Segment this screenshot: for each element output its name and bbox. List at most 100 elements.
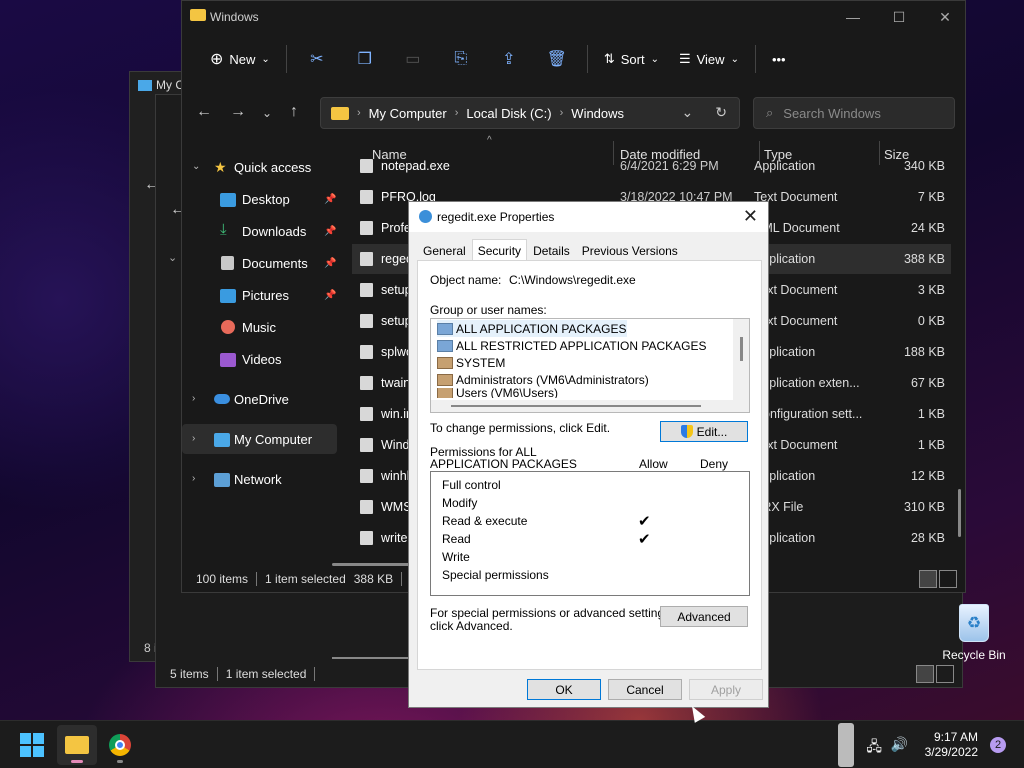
view-toggle[interactable]: [916, 665, 954, 683]
nav-my-computer[interactable]: › My Computer: [182, 424, 337, 454]
view-button[interactable]: ☰ View ⌄: [669, 43, 749, 75]
window-title: My C: [138, 78, 184, 92]
file-type: Application: [754, 159, 816, 173]
user-list-item[interactable]: Administrators (VM6\Administrators): [437, 371, 649, 388]
close-button[interactable]: ✕: [922, 1, 968, 33]
refresh-icon[interactable]: ↻: [715, 104, 727, 121]
tab-security[interactable]: Security: [471, 239, 528, 261]
user-list-item[interactable]: ALL RESTRICTED APPLICATION PACKAGES: [437, 337, 707, 354]
user-list-item[interactable]: SYSTEM: [437, 354, 505, 371]
sort-button[interactable]: ⇅ Sort ⌄: [594, 43, 669, 75]
search-icon: ⌕: [766, 105, 774, 120]
pin-icon[interactable]: 📌: [324, 226, 336, 237]
up-arrow-icon[interactable]: ↑: [290, 103, 298, 121]
dialog-title-bar[interactable]: regedit.exe Properties ✕: [409, 202, 768, 232]
vertical-scrollbar[interactable]: [958, 489, 961, 537]
more-options-button[interactable]: •••: [762, 43, 796, 75]
search-input[interactable]: ⌕ Search Windows: [753, 97, 955, 129]
nav-desktop[interactable]: Desktop 📌: [182, 184, 337, 214]
list-vertical-scrollbar[interactable]: [733, 319, 749, 401]
window-title: Windows: [210, 10, 259, 24]
paste-icon[interactable]: ▭: [389, 43, 437, 75]
copy-icon[interactable]: ❐: [341, 43, 389, 75]
properties-dialog[interactable]: regedit.exe Properties ✕ General Securit…: [408, 201, 769, 708]
computer-icon: [138, 79, 152, 91]
notification-badge[interactable]: 2: [990, 737, 1006, 753]
user-name: ALL RESTRICTED APPLICATION PACKAGES: [456, 338, 707, 353]
details-view-icon[interactable]: [919, 570, 937, 588]
cloud-icon: [214, 394, 230, 404]
nav-documents[interactable]: Documents 📌: [182, 248, 337, 278]
rename-icon[interactable]: ⎘: [437, 43, 485, 75]
cancel-button[interactable]: Cancel: [608, 679, 682, 700]
forward-arrow-icon[interactable]: →: [230, 103, 246, 121]
list-horizontal-scrollbar[interactable]: [431, 400, 749, 412]
nav-quick-access[interactable]: ⌄ ★ Quick access: [182, 152, 337, 182]
file-size: 0 KB: [917, 314, 945, 328]
file-icon: [360, 221, 373, 235]
tiles-view-icon[interactable]: [939, 570, 957, 588]
volume-icon[interactable]: 🔊: [891, 736, 908, 753]
close-icon[interactable]: ✕: [743, 206, 758, 227]
minimize-button[interactable]: —: [830, 1, 876, 33]
breadcrumb-local-disk[interactable]: Local Disk (C:): [466, 106, 551, 121]
breadcrumb-my-computer[interactable]: My Computer: [369, 106, 447, 121]
address-bar[interactable]: › My Computer › Local Disk (C:) › Window…: [320, 97, 740, 129]
pin-icon[interactable]: 📌: [324, 290, 336, 301]
maximize-button[interactable]: ☐: [876, 1, 922, 33]
breadcrumb-windows[interactable]: Windows: [571, 106, 624, 121]
advanced-button[interactable]: Advanced: [660, 606, 748, 627]
permission-name: Modify: [442, 496, 478, 510]
edit-button[interactable]: Edit...: [660, 421, 748, 442]
cut-icon[interactable]: ✂: [293, 43, 341, 75]
clock[interactable]: 9:17 AM 3/29/2022: [925, 730, 978, 760]
title-bar[interactable]: Windows — ☐ ✕: [182, 1, 965, 33]
chevron-down-icon[interactable]: ⌄: [192, 161, 200, 172]
user-list[interactable]: ALL APPLICATION PACKAGES ALL RESTRICTED …: [430, 318, 750, 413]
file-icon: [360, 314, 373, 328]
nav-music[interactable]: Music: [182, 312, 337, 342]
nav-pictures[interactable]: Pictures 📌: [182, 280, 337, 310]
nav-onedrive[interactable]: › OneDrive: [182, 384, 337, 414]
navigation-pane: ⌄ ★ Quick access Desktop 📌 ⤓ Downloads 📌…: [182, 147, 342, 567]
apply-button[interactable]: Apply: [689, 679, 763, 700]
details-view-icon[interactable]: [916, 665, 934, 683]
pin-icon[interactable]: 📌: [324, 194, 336, 205]
network-status-icon[interactable]: 🖧: [866, 736, 882, 760]
chevron-down-icon[interactable]: ⌄: [168, 251, 177, 264]
view-toggle[interactable]: [919, 570, 957, 588]
show-hidden-icons-button[interactable]: [838, 723, 854, 767]
pin-icon[interactable]: 📌: [324, 258, 336, 269]
file-size: 24 KB: [910, 221, 945, 235]
back-arrow-icon[interactable]: ←: [196, 103, 212, 121]
new-button[interactable]: ⊕ New ⌄: [200, 43, 280, 75]
clock-time: 9:17 AM: [933, 730, 978, 744]
user-list-item[interactable]: Users (VM6\Users): [437, 388, 558, 398]
nav-downloads[interactable]: ⤓ Downloads 📌: [182, 216, 337, 246]
nav-label: Videos: [242, 352, 282, 367]
start-button[interactable]: [12, 725, 52, 765]
recycle-bin-label: Recycle Bin: [942, 648, 1006, 662]
tab-details[interactable]: Details: [527, 239, 576, 261]
file-explorer-taskbar-button[interactable]: [57, 725, 97, 765]
nav-network[interactable]: › Network: [182, 464, 337, 494]
nav-label: Downloads: [242, 224, 307, 239]
chevron-right-icon[interactable]: ›: [192, 473, 195, 484]
chrome-taskbar-button[interactable]: [100, 725, 140, 765]
windows-logo-icon: [20, 733, 44, 757]
file-row[interactable]: notepad.exe 6/4/2021 6:29 PM Application 34…: [352, 157, 951, 181]
user-list-item[interactable]: ALL APPLICATION PACKAGES: [437, 320, 627, 337]
chevron-right-icon[interactable]: ›: [192, 393, 195, 404]
share-icon[interactable]: ⇪: [485, 43, 533, 75]
tiles-view-icon[interactable]: [936, 665, 954, 683]
chevron-right-icon[interactable]: ›: [192, 433, 195, 444]
tab-previous-versions[interactable]: Previous Versions: [576, 239, 684, 261]
tab-general[interactable]: General: [417, 239, 472, 261]
recent-locations-icon[interactable]: ⌄: [262, 106, 272, 120]
ok-button[interactable]: OK: [527, 679, 601, 700]
recycle-bin-shortcut[interactable]: ♻ Recycle Bin: [940, 600, 1008, 662]
dialog-tabs: General Security Details Previous Versio…: [417, 239, 684, 261]
address-dropdown-icon[interactable]: ⌄: [682, 104, 694, 121]
delete-icon[interactable]: 🗑: [533, 43, 581, 75]
nav-videos[interactable]: Videos: [182, 344, 337, 374]
